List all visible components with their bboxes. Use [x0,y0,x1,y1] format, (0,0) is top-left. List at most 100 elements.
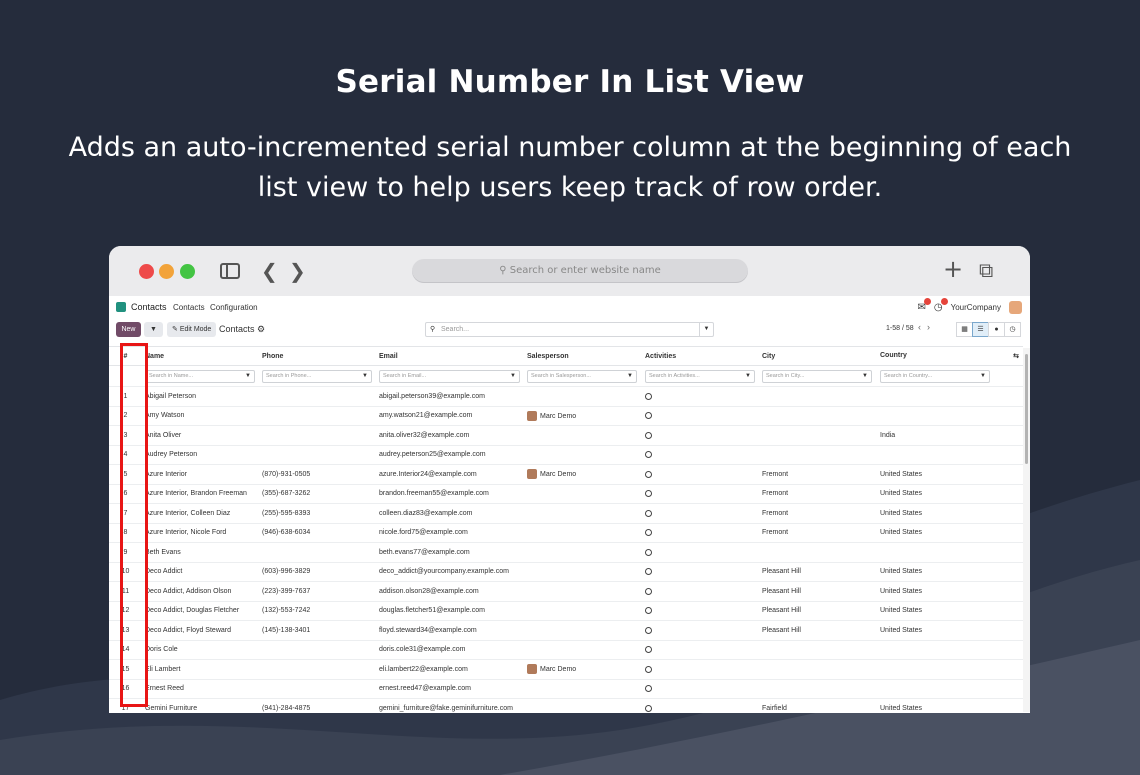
filter-city-input[interactable]: Search in City... ▼ [762,369,872,383]
clock-icon[interactable] [645,451,652,459]
table-row[interactable]: 11 Deco Addict, Addison Olson (223)-399-76… [109,581,1023,602]
clock-icon[interactable] [645,529,652,537]
breadcrumb: Contacts ⚙ [219,324,265,335]
filter-phone-input[interactable]: Search in Phone... ▼ [262,369,372,383]
maximize-window-button[interactable] [180,264,195,279]
forward-icon[interactable]: ❯ [289,261,306,281]
column-name[interactable]: Name [142,346,259,366]
contact-name: Audrey Peterson [142,445,259,465]
filter-name-input[interactable]: Search in Name... ▼ [145,369,255,383]
table-row[interactable]: 17 Gemini Furniture (941)-284-4875 gemini_f… [109,698,1023,713]
contact-email: azure.Interior24@example.com [376,464,524,485]
gear-icon[interactable]: ⚙ [257,324,265,334]
contact-country [877,659,1023,680]
app-name[interactable]: Contacts [131,302,167,312]
table-row[interactable]: 16 Ernest Reed ernest.reed47@example.com [109,679,1023,699]
clock-icon[interactable] [645,548,652,556]
table-row[interactable]: 6 Azure Interior, Brandon Freeman (355)-68… [109,484,1023,504]
clock-icon[interactable] [645,431,652,439]
messages-icon[interactable]: ✉ [917,298,931,313]
clock-icon[interactable] [645,412,652,420]
contact-activity [642,464,759,485]
table-row[interactable]: 12 Deco Addict, Douglas Fletcher (132)-553… [109,601,1023,621]
back-icon[interactable]: ❮ [261,261,278,281]
table-row[interactable]: 3 Anita Oliver anita.oliver32@example.com I… [109,425,1023,446]
column-city[interactable]: City [759,346,877,366]
pager-navigation[interactable]: ‹› [918,322,936,332]
salesperson-avatar [527,469,537,480]
contact-country: India [877,425,1023,446]
salesperson-name: Marc Demo [540,412,577,420]
filter-activities-input[interactable]: Search in Activities... ▼ [645,369,755,383]
sidebar-toggle-icon[interactable] [220,263,240,279]
tabs-icon[interactable]: ⧉ [979,260,993,280]
scrollbar-thumb[interactable] [1025,354,1028,464]
clock-icon[interactable] [645,685,652,693]
table-row[interactable]: 7 Azure Interior, Colleen Diaz (255)-595-8… [109,503,1023,524]
kanban-view-icon[interactable]: ▦ [956,322,973,337]
table-row[interactable]: 8 Azure Interior, Nicole Ford (946)-638-60… [109,523,1023,543]
contact-city: Pleasant Hill [759,562,877,582]
company-name[interactable]: YourCompany [951,303,1001,312]
menu-configuration[interactable]: Configuration [210,303,258,312]
clock-icon[interactable] [645,704,652,712]
clock-icon[interactable] [645,568,652,576]
table-row[interactable]: 2 Amy Watson amy.watson21@example.com Marc … [109,406,1023,426]
activities-icon[interactable]: ◷ [934,298,948,313]
column-activities[interactable]: Activities [642,346,759,366]
contact-country [877,679,1023,699]
search-placeholder: Search... [441,326,470,333]
search-options-toggle[interactable]: ▼ [699,323,713,336]
filter-country-input[interactable]: Search in Country... ▼ [880,369,990,383]
new-button[interactable]: New [116,322,141,337]
column-salesperson[interactable]: Salesperson [524,346,642,366]
clock-icon[interactable] [645,607,652,615]
url-bar[interactable]: ⚲ Search or enter website name [412,259,748,283]
user-avatar[interactable] [1009,301,1022,314]
clock-icon[interactable] [645,509,652,517]
plus-icon[interactable]: + [943,257,963,281]
table-row[interactable]: 1 Abigail Peterson abigail.peterson39@exam… [109,386,1023,407]
clock-icon[interactable] [645,490,652,498]
filter-email-input[interactable]: Search in Email... ▼ [379,369,520,383]
table-row[interactable]: 14 Doris Cole doris.cole31@example.com [109,640,1023,660]
table-row[interactable]: 9 Beth Evans beth.evans77@example.com [109,542,1023,563]
contact-activity [642,406,759,426]
filter-placeholder: Search in Email... [383,372,427,379]
column-country[interactable]: Country ⇆ [877,346,1023,366]
contact-city: Pleasant Hill [759,601,877,621]
activity-view-icon[interactable]: ◷ [1004,322,1021,337]
clock-icon[interactable] [645,587,652,595]
contact-city: Fairfield [759,698,877,713]
clock-icon[interactable] [645,470,652,478]
column-phone[interactable]: Phone [259,346,376,366]
table-row[interactable]: 15 Eli Lambert eli.lambert22@example.com Ma… [109,659,1023,680]
table-row[interactable]: 4 Audrey Peterson audrey.peterson25@exampl… [109,445,1023,465]
map-view-icon[interactable]: ● [988,322,1005,337]
pager-value[interactable]: 1-58 / 58 [886,325,914,332]
contacts-app-icon[interactable] [116,302,126,312]
filter-salesperson-input[interactable]: Search in Salesperson... ▼ [527,369,637,383]
menu-contacts[interactable]: Contacts [173,303,205,312]
contact-salesperson [524,523,642,543]
clock-icon[interactable] [645,665,652,673]
salesperson-avatar [527,410,537,421]
contact-phone [259,425,376,446]
search-input[interactable]: ⚲ Search... ▼ [425,322,714,337]
table-row[interactable]: 10 Deco Addict (603)-996-3829 deco_addict@y… [109,562,1023,582]
table-row[interactable]: 5 Azure Interior (870)-931-0505 azure.Inter… [109,464,1023,485]
clock-icon[interactable] [645,392,652,400]
edit-mode-button[interactable]: ✎ Edit Mode [167,322,217,337]
filter-dropdown-button[interactable]: ▼ [144,322,163,337]
column-email[interactable]: Email [376,346,524,366]
clock-icon[interactable] [645,626,652,634]
contact-activity [642,659,759,680]
contact-city: Pleasant Hill [759,581,877,602]
clock-icon[interactable] [645,646,652,654]
list-view-icon[interactable]: ☰ [972,322,989,337]
minimize-window-button[interactable] [159,264,174,279]
table-row[interactable]: 13 Deco Addict, Floyd Steward (145)-138-34… [109,620,1023,641]
contact-activity [642,698,759,713]
close-window-button[interactable] [139,264,154,279]
column-settings-icon[interactable]: ⇆ [1013,352,1019,360]
